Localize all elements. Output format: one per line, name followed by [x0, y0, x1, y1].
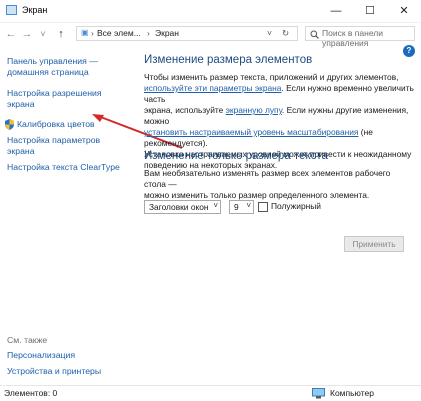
window-title: Экран [22, 5, 48, 15]
help-icon[interactable]: ? [403, 45, 415, 57]
bold-checkbox-label: Полужирный [271, 201, 321, 211]
address-dropdown-icon[interactable]: ˅ [267, 28, 272, 38]
chevron-down-icon: ˅ [246, 201, 251, 210]
title-bar: Экран — ☐ ✕ [0, 0, 421, 23]
breadcrumb-item-all-items[interactable]: Все элем... [97, 28, 141, 38]
search-placeholder: Поиск в панели управления [322, 28, 383, 48]
computer-icon [312, 388, 325, 399]
up-button[interactable]: ↑ [54, 26, 68, 42]
sidebar-home-link[interactable]: Панель управления — домашняя страница [7, 56, 125, 78]
section-title-text-size: Изменение только размера текста [144, 150, 328, 162]
description-line: используйте эти параметры экрана. Если н… [144, 83, 414, 105]
description-text: экрана, используйте [144, 105, 224, 115]
font-size-select[interactable]: 9 ˅ [229, 200, 254, 214]
description-line: Чтобы изменить размер текста, приложений… [144, 72, 399, 82]
sidebar-item-resolution[interactable]: Настройка разрешения экрана [7, 88, 125, 110]
minimize-button[interactable]: — [319, 0, 353, 22]
font-size-select-value: 9 [234, 202, 239, 212]
forward-button[interactable]: → [20, 26, 34, 42]
window-icon [6, 5, 17, 15]
recent-locations-button[interactable]: ˅ [36, 26, 50, 42]
element-select[interactable]: Заголовки окон ˅ [144, 200, 221, 214]
item-count: Элементов: 0 [4, 388, 58, 398]
apply-button[interactable]: Применить [344, 236, 404, 252]
breadcrumb-separator: › [91, 28, 94, 38]
description-line: установить настраиваемый уровень масштаб… [144, 127, 414, 149]
sidebar-home-link-line1: Панель управления — [7, 56, 98, 66]
shield-icon [5, 119, 14, 130]
custom-scaling-link[interactable]: установить настраиваемый уровень масштаб… [144, 127, 358, 137]
sidebar-item-label: Настройка разрешения [7, 88, 102, 98]
location-label: Компьютер [330, 388, 374, 398]
magnifier-link[interactable]: экранную лупу [226, 105, 282, 115]
description-line: экрана, используйте экранную лупу. Если … [144, 105, 414, 127]
see-also-heading: См. также [7, 335, 48, 345]
breadcrumb-separator: › [147, 28, 150, 38]
close-button[interactable]: ✕ [387, 0, 421, 22]
sidebar-link-devices-printers[interactable]: Устройства и принтеры [7, 366, 101, 377]
sidebar-item-label: Настройка текста ClearType [7, 162, 120, 172]
search-input[interactable]: Поиск в панели управления [305, 26, 415, 48]
chevron-down-icon: ˅ [213, 201, 218, 210]
maximize-button[interactable]: ☐ [353, 0, 387, 22]
address-bar[interactable]: ▣ › Все элем... › Экран ˅ ↻ [76, 26, 298, 41]
text-size-description: Вам необязательно изменять размер всех э… [144, 168, 414, 201]
navigation-bar: ← → ˅ ↑ ▣ › Все элем... › Экран ˅ ↻ Поис… [0, 23, 421, 48]
display-settings-link[interactable]: используйте эти параметры экрана [144, 83, 281, 93]
sidebar-home-link-line2: домашняя страница [7, 67, 89, 77]
status-bar: Элементов: 0 Компьютер [0, 385, 421, 401]
address-icon: ▣ [81, 28, 89, 37]
description-line: Вам необязательно изменять размер всех э… [144, 168, 391, 189]
search-icon [310, 30, 319, 39]
section-title-resize-elements: Изменение размера элементов [144, 54, 313, 66]
sidebar-item-label: экрана [7, 99, 35, 109]
sidebar-link-personalization[interactable]: Персонализация [7, 350, 75, 361]
refresh-icon[interactable]: ↻ [282, 28, 289, 39]
breadcrumb-item-screen[interactable]: Экран [155, 28, 179, 38]
bold-checkbox[interactable] [258, 202, 268, 212]
element-select-value: Заголовки окон [149, 202, 209, 212]
sidebar-item-cleartype[interactable]: Настройка текста ClearType [7, 162, 125, 173]
back-button[interactable]: ← [4, 26, 18, 42]
